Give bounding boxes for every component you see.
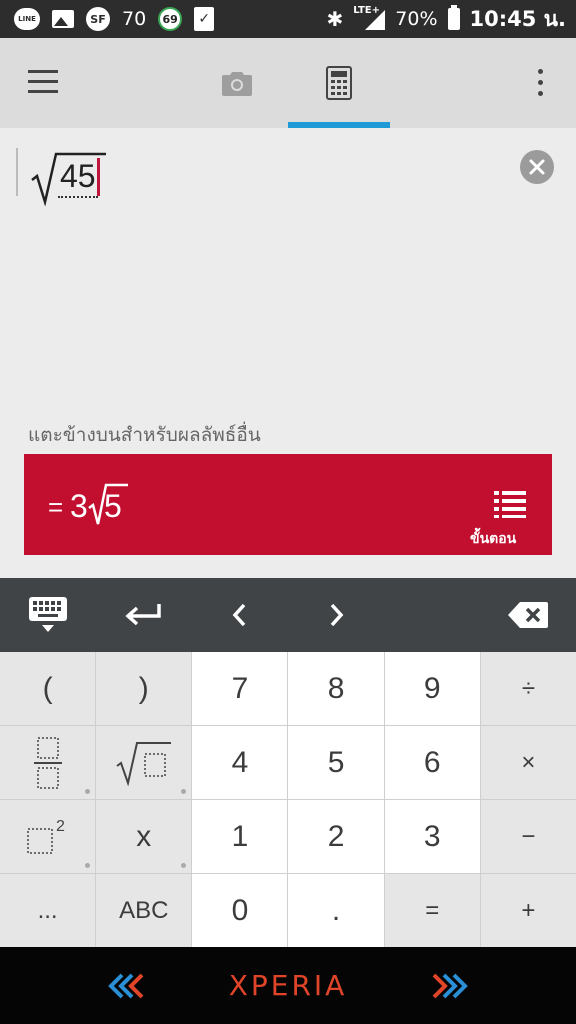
- battery-icon: [447, 5, 460, 30]
- signal-icon: LTE+: [353, 5, 386, 32]
- clear-input-button[interactable]: [520, 150, 554, 184]
- app-toolbar: [0, 38, 576, 128]
- fraction-icon: [33, 736, 62, 789]
- tab-camera[interactable]: [186, 38, 288, 128]
- key-x[interactable]: x: [96, 800, 192, 873]
- keypad: ( ) 7 8 9 ÷ 4 5 6 × 2 x 1 2 3 − ... ABC …: [0, 652, 576, 947]
- steps-label: ขั้นตอน: [470, 531, 517, 547]
- chevron-left-icon: [232, 603, 246, 627]
- hide-keyboard-button[interactable]: [0, 578, 96, 652]
- steps-button[interactable]: ขั้นตอน: [464, 484, 544, 550]
- placeholder-underline: [58, 196, 98, 198]
- calculator-icon: [326, 66, 352, 100]
- more-options-dot: [181, 789, 187, 794]
- key-2[interactable]: 2: [288, 800, 384, 873]
- alternate-results-hint: แตะข้างบนสำหรับผลลัพธ์อื่น: [28, 424, 261, 446]
- more-options-dot: [85, 863, 91, 868]
- close-icon: [529, 159, 545, 175]
- return-arrow-icon: [125, 604, 161, 626]
- notification-count: 70: [122, 8, 147, 30]
- key-1[interactable]: 1: [192, 800, 288, 873]
- key-4[interactable]: 4: [192, 726, 288, 799]
- enter-button[interactable]: [96, 578, 192, 652]
- brand-logo: XPERIA: [228, 969, 348, 1002]
- text-cursor: [97, 158, 100, 196]
- clock: 10:45 น.: [469, 6, 567, 31]
- key-more[interactable]: ...: [0, 874, 96, 947]
- key-8[interactable]: 8: [288, 652, 384, 725]
- key-0[interactable]: 0: [192, 874, 288, 947]
- keyboard-icon: [29, 597, 67, 632]
- key-square[interactable]: 2: [0, 800, 96, 873]
- double-chevron-right-icon: [432, 973, 468, 999]
- key-divide[interactable]: ÷: [480, 652, 576, 725]
- key-x-label: x: [136, 819, 152, 853]
- expression-field[interactable]: 45: [30, 150, 120, 210]
- gallery-icon: [52, 10, 74, 28]
- camera-icon: [222, 72, 252, 96]
- keyboard-nav-bar: [0, 578, 576, 652]
- status-bar-notifications: LINE SF 70 69 ✓: [14, 5, 215, 33]
- status-bar: LINE SF 70 69 ✓ ✱ LTE+ 70% 10:45 น.: [0, 0, 576, 38]
- battery-percent: 70%: [395, 8, 438, 30]
- clipboard-check-icon: ✓: [194, 7, 215, 31]
- more-options-dot: [181, 863, 187, 868]
- chevron-right-icon: [330, 603, 344, 627]
- svg-text:2: 2: [56, 818, 65, 835]
- bluetooth-icon: ✱: [326, 7, 344, 31]
- key-fraction[interactable]: [0, 726, 96, 799]
- key-decimal[interactable]: .: [288, 874, 384, 947]
- device-bottom-bar: XPERIA: [0, 947, 576, 1024]
- sf-app-icon: SF: [86, 7, 110, 31]
- tab-calculator[interactable]: [288, 38, 390, 128]
- math-input-area: 45 แตะข้างบนสำหรับผลลัพธ์อื่น = 3 5 ขั้น…: [0, 128, 576, 578]
- key-close-paren[interactable]: ): [96, 652, 192, 725]
- square-exponent-icon: 2: [26, 818, 65, 854]
- result-coefficient: 3: [70, 488, 88, 524]
- list-icon: [494, 491, 526, 518]
- status-bar-system: ✱ LTE+ 70% 10:45 น.: [326, 5, 567, 33]
- overflow-menu-button[interactable]: [528, 66, 552, 100]
- key-open-paren[interactable]: (: [0, 652, 96, 725]
- key-plus[interactable]: +: [480, 874, 576, 947]
- badge-69-icon: 69: [158, 7, 183, 31]
- key-equals[interactable]: =: [384, 874, 480, 947]
- expression-radicand: 45: [60, 158, 96, 194]
- key-7[interactable]: 7: [192, 652, 288, 725]
- key-multiply[interactable]: ×: [480, 726, 576, 799]
- result-equals-sign: =: [48, 492, 64, 522]
- menu-button[interactable]: [26, 68, 60, 96]
- key-6[interactable]: 6: [384, 726, 480, 799]
- key-minus[interactable]: −: [480, 800, 576, 873]
- backspace-icon: [508, 602, 548, 628]
- key-3[interactable]: 3: [384, 800, 480, 873]
- result-radicand: 5: [104, 488, 122, 524]
- more-options-dot: [85, 789, 91, 794]
- cursor-right-button[interactable]: [288, 578, 384, 652]
- cursor-left-button[interactable]: [192, 578, 288, 652]
- line-app-icon: LINE: [14, 8, 40, 30]
- key-square-root[interactable]: [96, 726, 192, 799]
- key-9[interactable]: 9: [384, 652, 480, 725]
- input-margin-line: [16, 148, 18, 196]
- key-abc[interactable]: ABC: [96, 874, 192, 947]
- backspace-button[interactable]: [480, 578, 576, 652]
- result-card[interactable]: = 3 5 ขั้นตอน: [24, 454, 552, 555]
- square-root-icon: [116, 741, 171, 786]
- key-5[interactable]: 5: [288, 726, 384, 799]
